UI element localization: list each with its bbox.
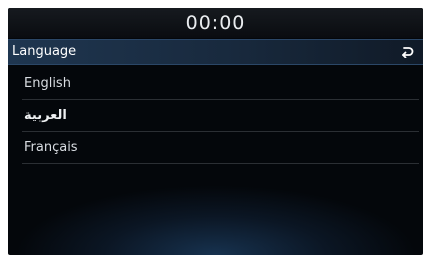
page-title: Language (12, 44, 77, 59)
language-header: Language (8, 39, 423, 65)
language-label: Français (24, 140, 78, 155)
language-option-french[interactable]: Français (8, 132, 423, 164)
language-list: English العربية Français (8, 68, 423, 164)
infotainment-screen: 00:00 Language English العربية Français (8, 8, 423, 255)
language-option-english[interactable]: English (8, 68, 423, 100)
back-button[interactable] (397, 43, 417, 61)
divider (22, 163, 419, 164)
language-label: English (24, 76, 71, 91)
language-option-arabic[interactable]: العربية (8, 100, 423, 132)
clock: 00:00 (185, 12, 246, 34)
language-label: العربية (24, 108, 67, 123)
status-bar: 00:00 (8, 8, 423, 38)
back-arrow-icon (400, 43, 414, 62)
